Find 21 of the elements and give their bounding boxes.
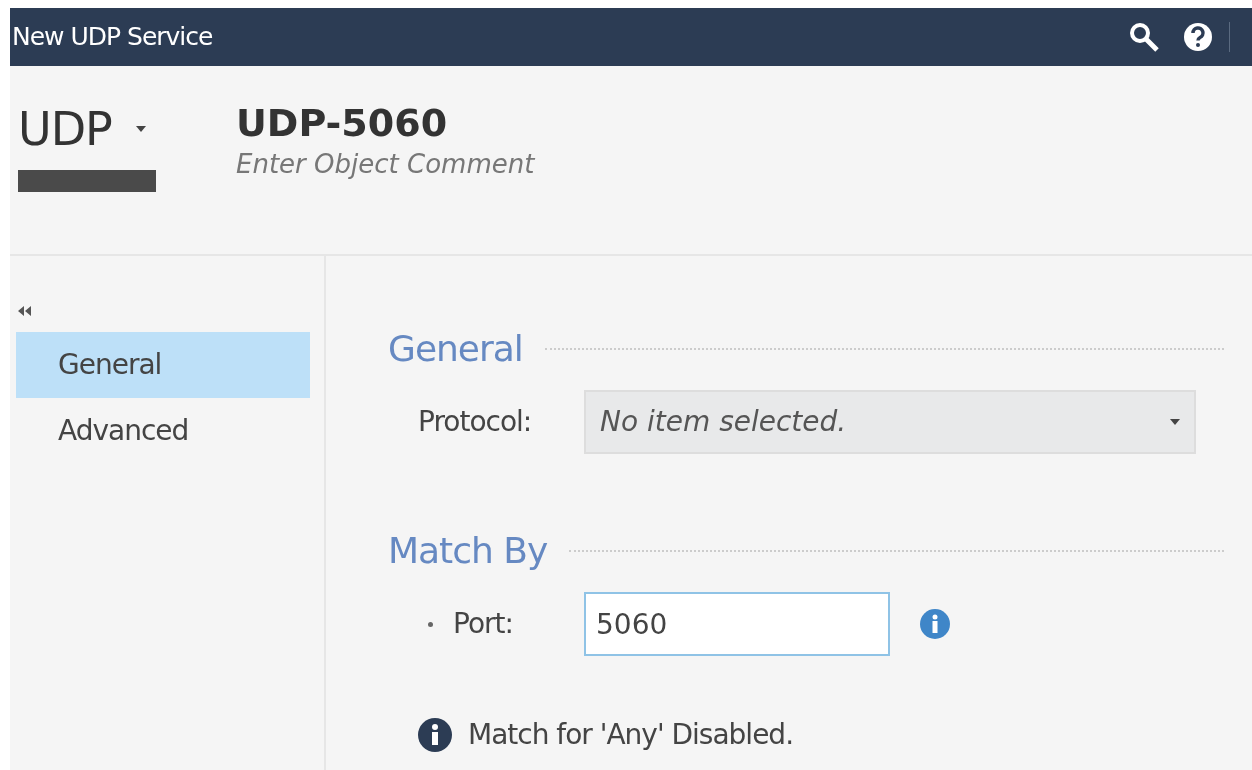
- type-dropdown-button[interactable]: [135, 126, 146, 132]
- caret-icon: [1170, 419, 1180, 425]
- object-name: UDP-5060: [236, 103, 449, 145]
- info-icon: [418, 718, 452, 752]
- info-icon[interactable]: [920, 609, 950, 639]
- section-heading: General: [388, 327, 523, 371]
- section-heading: Match By: [388, 529, 548, 573]
- comment-field[interactable]: Enter Object Comment: [236, 144, 736, 184]
- field-label: Port:: [453, 606, 513, 642]
- search-icon[interactable]: [1129, 22, 1159, 52]
- sidebar-item[interactable]: Advanced: [16, 398, 310, 464]
- field-label: Protocol:: [418, 404, 532, 440]
- port-field[interactable]: 5060: [584, 592, 890, 656]
- info-note: Match for 'Any' Disabled.: [468, 717, 794, 753]
- protocol-dropdown[interactable]: No item selected.: [584, 390, 1196, 454]
- collapse-icon[interactable]: [18, 306, 32, 316]
- type-label: UDP: [18, 106, 112, 152]
- sidebar-item[interactable]: General: [16, 332, 310, 398]
- caret-icon: [135, 126, 146, 132]
- help-icon[interactable]: [1183, 22, 1213, 52]
- window-title: New UDP Service: [12, 21, 213, 54]
